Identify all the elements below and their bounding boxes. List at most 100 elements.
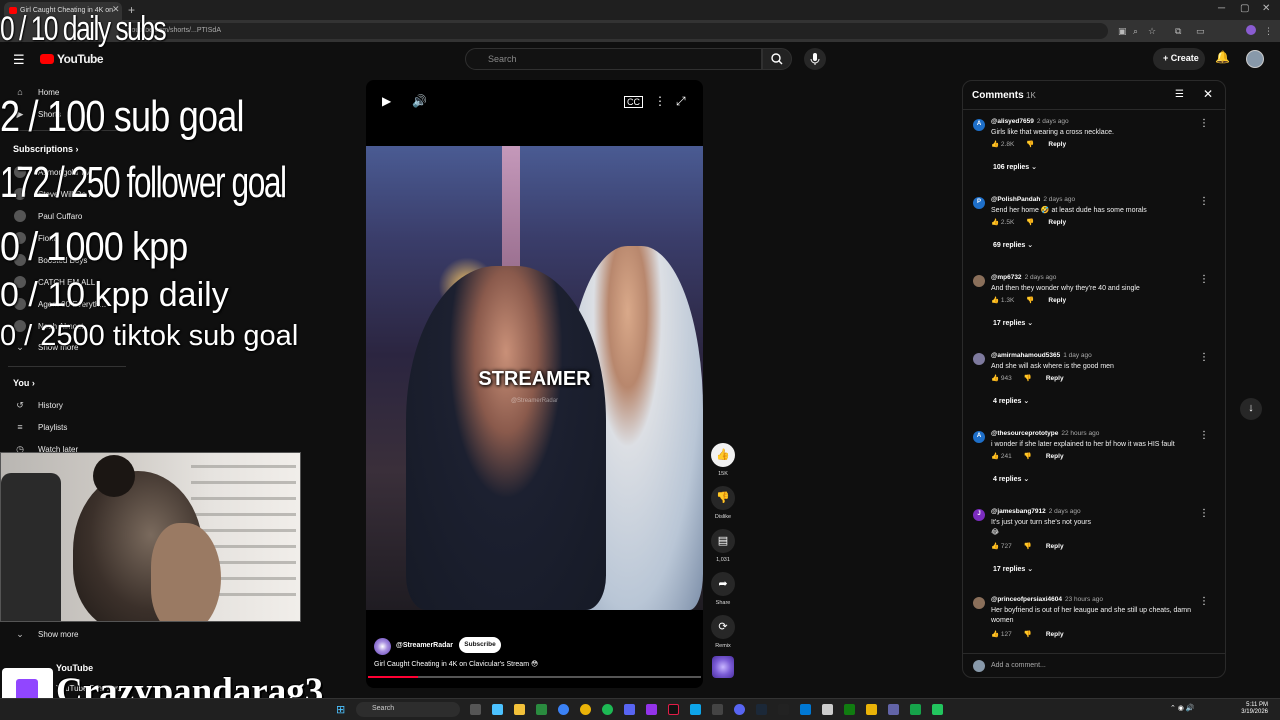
view-replies-button[interactable]: 69 replies ⌄ [993,241,1033,249]
comment-handle[interactable]: @PolishPandah [991,196,1040,203]
comment-author[interactable]: @jamesbang7912 2 days ago [991,508,1081,515]
sidebar-sub-item[interactable]: Paul Cuffaro [14,210,82,222]
comment-more-icon[interactable]: ⋮ [1199,274,1209,285]
comment-reply-button[interactable]: Reply [1048,297,1066,304]
app-icon[interactable] [734,704,745,715]
you-heading[interactable]: You › [13,378,35,388]
app-icon[interactable] [866,704,877,715]
comment-more-icon[interactable]: ⋮ [1199,196,1209,207]
maximize-icon[interactable]: ▢ [1240,3,1249,14]
minimize-icon[interactable]: ─ [1218,3,1225,14]
zoom-icon[interactable]: ⌕ [1133,26,1138,37]
app-icon[interactable] [932,704,943,715]
comment-like-button[interactable]: 👍 943 [991,375,1018,382]
commenter-avatar[interactable]: P [973,197,985,209]
account-avatar[interactable] [1246,50,1264,68]
comment-dislike-icon[interactable]: 👎 [1024,375,1032,382]
view-replies-button[interactable]: 17 replies ⌄ [993,565,1033,573]
commenter-avatar[interactable]: J [973,509,985,521]
comment-handle[interactable]: @amirmahamoud5365 [991,352,1060,359]
app-icon[interactable] [800,704,811,715]
channel-avatar[interactable] [374,638,391,655]
video-progress-bar[interactable] [368,676,701,678]
obs-icon[interactable] [646,704,657,715]
channel-name[interactable]: @StreamerRadar [396,642,453,649]
comment-like-button[interactable]: 👍 2.8K [991,141,1020,148]
like-button[interactable]: 👍 15K [710,443,736,477]
windows-start-icon[interactable]: ⊞ [336,703,348,716]
view-replies-button[interactable]: 106 replies ⌄ [993,163,1037,171]
comment-like-button[interactable]: 👍 127 [991,631,1018,638]
comment-author[interactable]: @PolishPandah 2 days ago [991,196,1075,203]
comment-reply-button[interactable]: Reply [1046,375,1064,382]
url-field[interactable]: youtube.com/shorts/...PTISdA [118,23,1108,39]
discord-icon[interactable] [624,704,635,715]
hamburger-menu-icon[interactable]: ☰ [13,52,25,68]
commenter-avatar[interactable]: A [973,431,985,443]
window-close-icon[interactable]: ✕ [1262,3,1270,14]
browser-menu-icon[interactable]: ⋮ [1264,26,1273,37]
sidebar-panel-icon[interactable]: ▭ [1196,26,1205,37]
comment-more-icon[interactable]: ⋮ [1199,430,1209,441]
tiktok-icon[interactable] [668,704,679,715]
comment-author[interactable]: @thesourceprototype 22 hours ago [991,430,1099,437]
remix-button[interactable]: ⟳ Remix [710,615,736,649]
add-comment-row[interactable]: Add a comment... [963,653,1225,677]
sort-icon[interactable]: ☰ [1175,89,1184,100]
add-comment-input[interactable]: Add a comment... [991,662,1046,669]
comment-handle[interactable]: @mp6732 [991,274,1022,281]
comment-reply-button[interactable]: Reply [1048,219,1066,226]
comment-more-icon[interactable]: ⋮ [1199,596,1209,607]
sidebar-item-history[interactable]: ↺ History [14,400,63,410]
commenter-avatar[interactable]: A [973,119,985,131]
commenter-avatar[interactable] [973,275,985,287]
scroll-down-arrow-icon[interactable]: ↓ [1240,398,1262,420]
chrome-icon[interactable] [580,704,591,715]
notifications-bell-icon[interactable]: 🔔 [1215,50,1230,64]
comment-more-icon[interactable]: ⋮ [1199,118,1209,129]
subscriptions-heading[interactable]: Subscriptions › [13,144,79,154]
close-icon[interactable]: ✕ [1203,87,1213,101]
profile-avatar-icon[interactable] [1246,25,1256,35]
comment-handle[interactable]: @jamesbang7912 [991,508,1046,515]
comment-handle[interactable]: @princeofpersiaxi4604 [991,596,1062,603]
youtube-logo[interactable]: YouTube [40,52,104,66]
comment-author[interactable]: @mp6732 2 days ago [991,274,1056,281]
create-button[interactable]: + Create [1153,48,1205,70]
subscribe-button[interactable]: Subscribe [459,637,501,653]
dislike-button[interactable]: 👎 Dislike [710,486,736,520]
sidebar-item-playlists[interactable]: ≡ Playlists [14,422,67,432]
comment-like-button[interactable]: 👍 727 [991,543,1018,550]
comment-reply-button[interactable]: Reply [1046,631,1064,638]
comment-like-button[interactable]: 👍 1.3K [991,297,1020,304]
comment-like-button[interactable]: 👍 2.5K [991,219,1020,226]
comment-more-icon[interactable]: ⋮ [1199,352,1209,363]
comment-handle[interactable]: @alisyed7659 [991,118,1034,125]
view-replies-button[interactable]: 4 replies ⌄ [993,475,1029,483]
comment-dislike-icon[interactable]: 👎 [1024,631,1032,638]
comment-author[interactable]: @alisyed7659 2 days ago [991,118,1069,125]
file-explorer-icon[interactable] [514,704,525,715]
bookmark-star-icon[interactable]: ☆ [1148,26,1156,37]
fullscreen-icon[interactable]: ⤢ [676,94,686,109]
comment-dislike-icon[interactable]: 👎 [1026,219,1034,226]
app-icon[interactable] [690,704,701,715]
sound-thumbnail[interactable] [712,656,734,678]
sidebar-show-more[interactable]: ⌄ Show more [14,629,78,639]
system-tray-icons[interactable]: ⌃ ◉ 🔊 [1170,704,1200,715]
kick-icon[interactable] [778,704,789,715]
share-button[interactable]: ➦ Share [710,572,736,606]
app-icon[interactable] [712,704,723,715]
volume-icon[interactable]: 🔊 [412,94,427,108]
extension-icon[interactable]: ▣ [1118,26,1127,37]
store-icon[interactable] [536,704,547,715]
steam-icon[interactable] [756,704,767,715]
minecraft-icon[interactable] [910,704,921,715]
app-icon[interactable] [822,704,833,715]
comment-dislike-icon[interactable]: 👎 [1024,543,1032,550]
shorts-player[interactable]: STREAMER @StreamerRadar ▶ 🔊 CC ⋮ ⤢ @Stre… [366,80,703,688]
comment-more-icon[interactable]: ⋮ [1199,508,1209,519]
comments-button[interactable]: ▤ 1,031 [710,529,736,563]
taskbar-search[interactable]: Search [356,702,460,717]
taskbar-clock[interactable]: 5:11 PM 3/19/2026 [1228,702,1268,716]
